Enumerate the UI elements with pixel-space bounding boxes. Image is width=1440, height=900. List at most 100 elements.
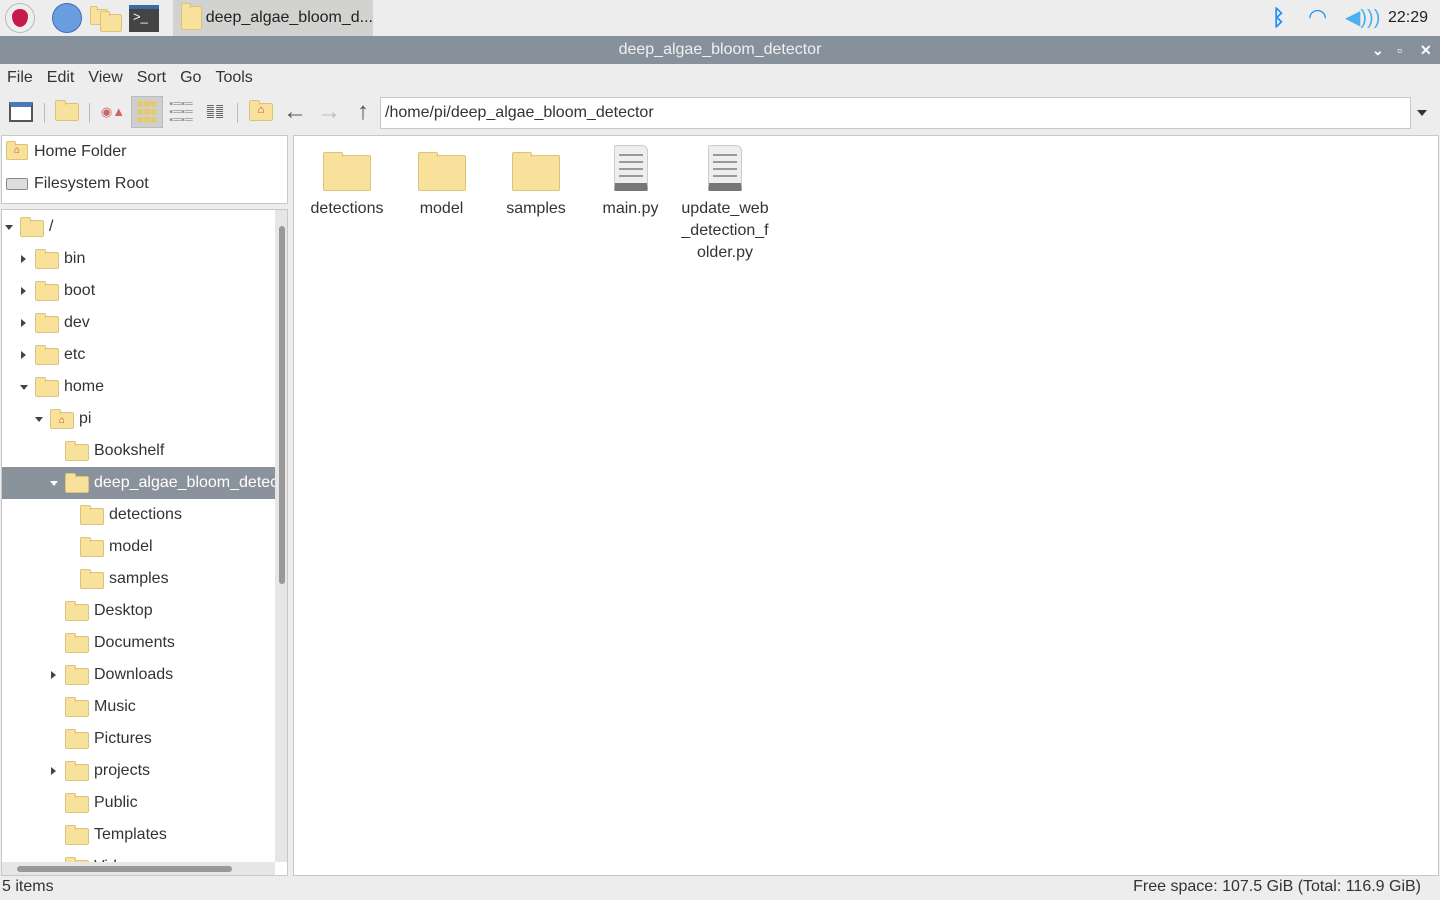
expanded-arrow-icon[interactable] xyxy=(50,481,58,486)
text-file-icon xyxy=(613,145,648,191)
folder-icon xyxy=(35,377,59,397)
tree-item-label: home xyxy=(64,378,105,395)
tree-item[interactable]: / xyxy=(2,211,275,243)
bluetooth-icon[interactable]: ᛒ xyxy=(1272,5,1285,31)
tree-item[interactable]: Downloads xyxy=(2,659,275,691)
file-name: detections xyxy=(310,200,384,217)
collapsed-arrow-icon[interactable] xyxy=(21,255,26,263)
tree-item-label: Pictures xyxy=(94,730,152,747)
tree-item-label: deep_algae_bloom_detector xyxy=(94,474,275,491)
clock[interactable]: 22:29 xyxy=(1388,9,1428,27)
file-item[interactable]: detections xyxy=(300,142,394,220)
back-arrow-icon[interactable]: ← xyxy=(279,96,311,128)
raspberry-menu-icon[interactable] xyxy=(5,3,35,33)
collapsed-arrow-icon[interactable] xyxy=(21,319,26,327)
collapsed-arrow-icon[interactable] xyxy=(21,351,26,359)
file-item[interactable]: samples xyxy=(489,142,583,220)
home-button[interactable]: ⌂ xyxy=(245,96,277,128)
tree-horizontal-scrollbar[interactable] xyxy=(2,862,275,875)
tree-vertical-scrollbar[interactable] xyxy=(275,210,287,862)
scroll-thumb[interactable] xyxy=(17,866,232,872)
path-input[interactable]: /home/pi/deep_algae_bloom_detector xyxy=(380,97,1411,129)
taskbar-window-button[interactable]: deep_algae_bloom_d... xyxy=(173,0,373,36)
tree-item[interactable]: Bookshelf xyxy=(2,435,275,467)
forward-arrow-icon[interactable]: → xyxy=(313,96,345,128)
minimize-button[interactable]: ⌄ xyxy=(1372,36,1384,64)
file-name: update_web_detection_folder.py xyxy=(681,200,769,261)
folder-icon xyxy=(80,569,104,589)
home-folder-icon: ⌂ xyxy=(6,141,28,160)
window-titlebar[interactable]: deep_algae_bloom_detector ⌄ ▫ ✕ xyxy=(0,36,1440,64)
tree-item-label: bin xyxy=(64,250,86,267)
file-manager-icon[interactable] xyxy=(90,3,122,33)
tree-item[interactable]: etc xyxy=(2,339,275,371)
expanded-arrow-icon[interactable] xyxy=(35,417,43,422)
file-item[interactable]: main.py xyxy=(584,142,678,220)
close-button[interactable]: ✕ xyxy=(1420,36,1432,64)
folder-icon xyxy=(65,665,89,685)
terminal-icon[interactable]: >_ xyxy=(129,5,159,32)
collapsed-arrow-icon[interactable] xyxy=(51,671,56,679)
status-item-count: 5 items xyxy=(2,878,54,895)
place-home-folder[interactable]: ⌂ Home Folder xyxy=(2,136,287,168)
tree-item[interactable]: ⌂ pi xyxy=(2,403,275,435)
tree-item[interactable]: model xyxy=(2,531,275,563)
directory-tree: / bin boot dev etc home ⌂ pi Bookshelf deep_algae… xyxy=(1,209,288,876)
list-view-button[interactable]: ≣≣ ≣≣ xyxy=(199,96,231,128)
folder-icon xyxy=(65,825,89,845)
scroll-thumb[interactable] xyxy=(279,226,285,584)
tree-item[interactable]: Desktop xyxy=(2,595,275,627)
icon-view-button[interactable]: ■■■ ■■■ ■■■ xyxy=(131,96,163,128)
collapsed-arrow-icon[interactable] xyxy=(51,767,56,775)
thumbnail-view-button[interactable]: ◉▲ xyxy=(97,96,129,128)
maximize-button[interactable]: ▫ xyxy=(1397,36,1402,64)
home-folder-icon: ⌂ xyxy=(50,409,74,429)
tree-item-label: etc xyxy=(64,346,86,363)
tree-item[interactable]: Pictures xyxy=(2,723,275,755)
tree-item[interactable]: home xyxy=(2,371,275,403)
expanded-arrow-icon[interactable] xyxy=(20,385,28,390)
tree-item-label: dev xyxy=(64,314,90,331)
task-label: deep_algae_bloom_d... xyxy=(205,9,373,26)
tree-item[interactable]: bin xyxy=(2,243,275,275)
menu-file[interactable]: File xyxy=(0,69,40,87)
path-dropdown-icon[interactable] xyxy=(1417,110,1427,116)
folder-icon xyxy=(80,537,104,557)
menu-edit[interactable]: Edit xyxy=(40,69,82,87)
tree-item-label: Desktop xyxy=(94,602,153,619)
place-label: Filesystem Root xyxy=(34,175,149,192)
tree-item[interactable]: Documents xyxy=(2,627,275,659)
up-arrow-icon[interactable]: ↑ xyxy=(347,96,379,128)
tree-item[interactable]: detections xyxy=(2,499,275,531)
drive-icon xyxy=(6,178,28,190)
tree-item[interactable]: samples xyxy=(2,563,275,595)
expanded-arrow-icon[interactable] xyxy=(5,225,13,230)
tree-item[interactable]: projects xyxy=(2,755,275,787)
tree-item[interactable]: Templates xyxy=(2,819,275,851)
file-item[interactable]: model xyxy=(395,142,489,220)
menu-tools[interactable]: Tools xyxy=(208,69,259,87)
new-window-button[interactable] xyxy=(5,96,37,128)
collapsed-arrow-icon[interactable] xyxy=(21,287,26,295)
compact-view-button[interactable]: ▪═▪═ ▪═▪═ ▪═▪═ xyxy=(165,96,197,128)
folder-icon xyxy=(65,473,89,493)
menu-sort[interactable]: Sort xyxy=(130,69,173,87)
folder-icon xyxy=(35,345,59,365)
file-item[interactable]: update_web_detection_folder.py xyxy=(678,142,772,264)
wifi-icon[interactable]: ◠ xyxy=(1308,4,1327,30)
tree-item[interactable]: Public xyxy=(2,787,275,819)
new-folder-button[interactable] xyxy=(51,96,83,128)
browser-globe-icon[interactable] xyxy=(52,3,82,33)
tree-item[interactable]: dev xyxy=(2,307,275,339)
tree-item[interactable]: boot xyxy=(2,275,275,307)
folder-icon xyxy=(35,281,59,301)
place-filesystem-root[interactable]: Filesystem Root xyxy=(2,168,287,200)
volume-icon[interactable]: ◀))) xyxy=(1345,5,1380,30)
menu-view[interactable]: View xyxy=(81,69,129,87)
folder-icon xyxy=(65,761,89,781)
window-title: deep_algae_bloom_detector xyxy=(618,41,822,58)
tree-item[interactable]: deep_algae_bloom_detector xyxy=(2,467,275,499)
tree-item[interactable]: Music xyxy=(2,691,275,723)
menu-go[interactable]: Go xyxy=(173,69,208,87)
folder-icon xyxy=(181,3,202,30)
